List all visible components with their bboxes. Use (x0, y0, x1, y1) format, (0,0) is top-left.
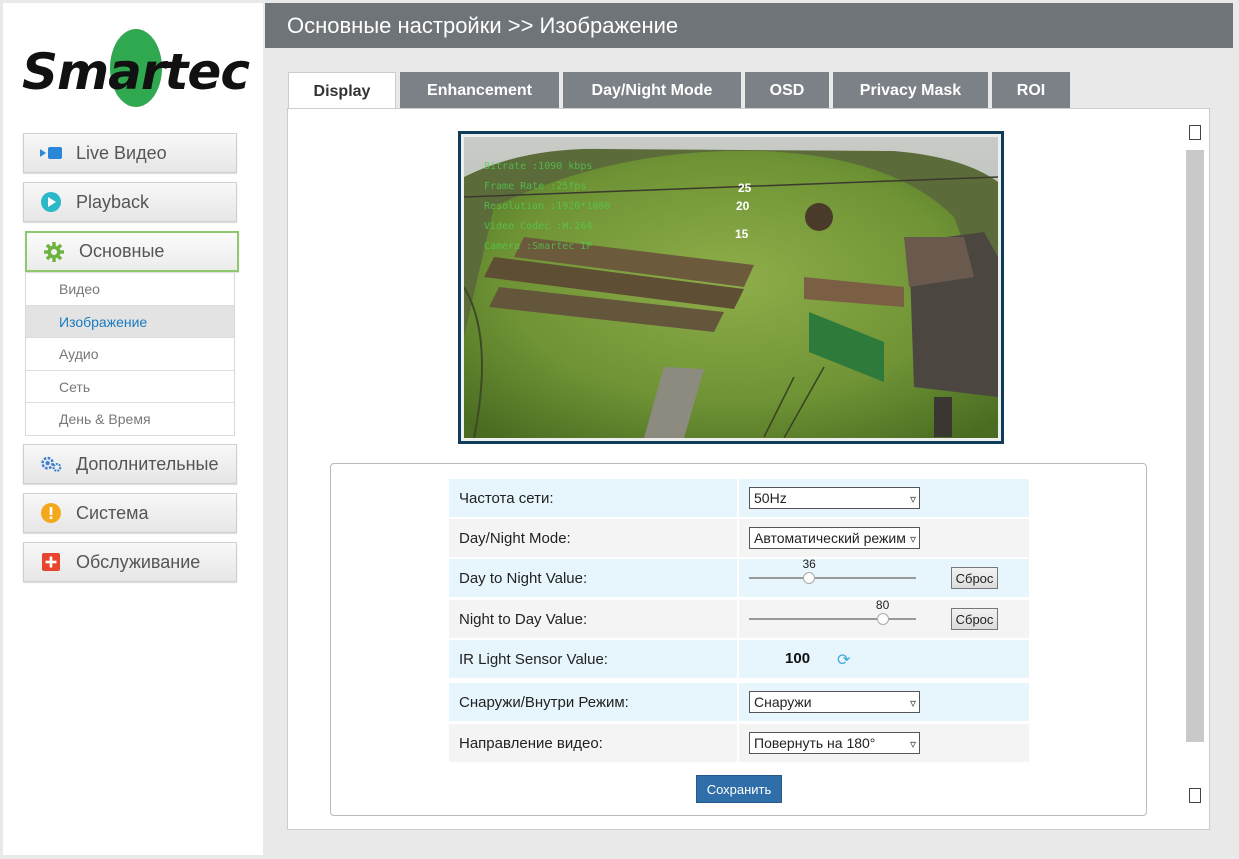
page-title: Основные настройки >> Изображение (287, 13, 679, 38)
day-night-mode-label: Day/Night Mode: (449, 519, 738, 557)
ir-sensor-label: IR Light Sensor Value: (449, 640, 738, 678)
tab-privacy-mask[interactable]: Privacy Mask (833, 72, 988, 109)
ruler-mark: 25 (738, 181, 752, 195)
page-header: Основные настройки >> Изображение (265, 3, 1233, 48)
tab-roi[interactable]: ROI (992, 72, 1070, 109)
day-to-night-value: 36 (802, 557, 816, 571)
submenu-item-audio[interactable]: Аудио (26, 338, 234, 371)
submenu-item-datetime[interactable]: День & Время (26, 403, 234, 436)
day-to-night-label: Day to Night Value: (449, 559, 738, 597)
osd-line: Frame Rate :25fps (484, 181, 587, 192)
osd-line: Camera :Smartec IP (484, 241, 593, 252)
row-power-frequency: Частота сети: 50Hz ▿ (449, 479, 1029, 517)
nav-label: Playback (76, 191, 150, 212)
gears-icon (40, 453, 62, 475)
dropdown-arrow-icon: ▿ (909, 492, 917, 506)
submenu-item-image[interactable]: Изображение (26, 305, 234, 338)
submenu-item-network[interactable]: Сеть (26, 371, 234, 403)
scrollbar-down-button[interactable] (1189, 788, 1201, 803)
osd-line: Resolution :1920*1080 (484, 201, 611, 212)
basic-submenu: Видео Изображение Аудио Сеть День & Врем… (25, 273, 235, 436)
ruler-mark: 20 (736, 199, 750, 213)
nav-system[interactable]: Система (23, 493, 237, 533)
nav-live-video[interactable]: Live Видео (23, 133, 237, 173)
row-video-direction: Направление видео: Повернуть на 180° ▿ (449, 724, 1029, 762)
refresh-icon[interactable]: ⟳ (837, 650, 850, 670)
indoor-outdoor-label: Снаружи/Внутри Режим: (449, 683, 738, 721)
nav-label: Обслуживание (76, 551, 201, 572)
select-value: Автоматический режим (754, 530, 906, 546)
warning-icon (40, 502, 62, 524)
logo-text: Smartec (22, 43, 250, 101)
row-night-to-day: Night to Day Value: 80 Сброс (449, 598, 1029, 638)
day-to-night-reset-button[interactable]: Сброс (951, 567, 999, 589)
smartec-logo: Smartec (22, 25, 254, 111)
scrollbar-track[interactable] (1186, 150, 1204, 742)
scrollbar-up-button[interactable] (1189, 125, 1201, 140)
nav-advanced[interactable]: Дополнительные (23, 444, 237, 484)
indoor-outdoor-select[interactable]: Снаружи ▿ (749, 691, 921, 713)
day-to-night-slider-thumb[interactable] (803, 572, 816, 584)
dropdown-arrow-icon: ▿ (909, 529, 917, 548)
night-to-day-reset-button[interactable]: Сброс (951, 608, 999, 630)
ruler-mark: 15 (735, 227, 749, 241)
dropdown-arrow-icon: ▿ (909, 737, 917, 751)
power-frequency-select[interactable]: 50Hz ▿ (749, 487, 921, 509)
select-value: 50Hz (754, 490, 787, 506)
camera-preview: Bitrate :1090 kbps Frame Rate :25fps Res… (458, 131, 1004, 444)
gear-icon (43, 241, 65, 263)
play-icon (40, 191, 62, 213)
camera-icon (40, 142, 62, 164)
tab-osd[interactable]: OSD (745, 72, 829, 109)
nav-label: Основные (79, 241, 165, 261)
day-to-night-slider-track[interactable] (749, 577, 917, 579)
night-to-day-slider-thumb[interactable] (876, 613, 889, 625)
tab-enhancement[interactable]: Enhancement (400, 72, 559, 109)
row-ir-sensor: IR Light Sensor Value: 100 ⟳ (449, 640, 1029, 678)
nav-label: Дополнительные (76, 453, 219, 474)
row-day-to-night: Day to Night Value: 36 Сброс (449, 557, 1029, 597)
night-to-day-label: Night to Day Value: (449, 600, 738, 638)
nav-label: Live Видео (76, 142, 167, 163)
video-direction-label: Направление видео: (449, 724, 738, 762)
nav-label: Система (76, 502, 149, 523)
row-day-night-mode: Day/Night Mode: Автоматический режим ▿ (449, 519, 1029, 557)
day-night-mode-select[interactable]: Автоматический режим ▿ (749, 527, 921, 549)
submenu-item-video[interactable]: Видео (26, 273, 234, 306)
nav-basic[interactable]: Основные (25, 231, 239, 272)
dropdown-arrow-icon: ▿ (909, 696, 917, 710)
osd-line: Video Codec :H.264 (484, 221, 593, 232)
tab-display[interactable]: Display (288, 72, 396, 110)
plus-box-icon (40, 551, 62, 573)
night-to-day-slider-track[interactable] (749, 618, 917, 620)
save-button[interactable]: Сохранить (696, 775, 782, 803)
video-direction-select[interactable]: Повернуть на 180° ▿ (749, 732, 921, 754)
night-to-day-value: 80 (875, 598, 890, 612)
nav-maintenance[interactable]: Обслуживание (23, 542, 237, 582)
osd-line: Bitrate :1090 kbps (484, 161, 593, 172)
row-indoor-outdoor: Снаружи/Внутри Режим: Снаружи ▿ (449, 683, 1029, 721)
select-value: Снаружи (754, 694, 812, 710)
power-frequency-label: Частота сети: (449, 479, 738, 517)
tab-day-night-mode[interactable]: Day/Night Mode (563, 72, 741, 109)
nav-playback[interactable]: Playback (23, 182, 237, 222)
ir-sensor-value: 100 (785, 650, 811, 667)
select-value: Повернуть на 180° (754, 735, 876, 751)
